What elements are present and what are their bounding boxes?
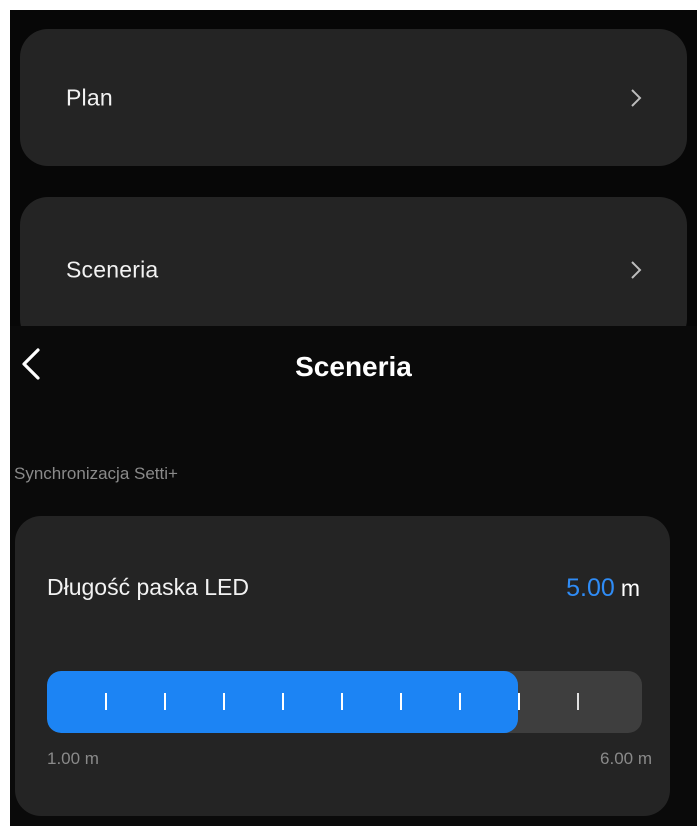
sceneria-screen: Sceneria Synchronizacja Setti+ Długość p…: [10, 326, 697, 826]
led-length-slider[interactable]: [47, 671, 642, 733]
menu-screen: Plan Sceneria: [10, 10, 697, 326]
led-length-card: Długość paska LED 5.00 m 1.00 m 6.00 m: [15, 516, 670, 816]
slider-tick: [577, 693, 579, 710]
slider-tick: [223, 693, 225, 710]
led-length-number: 5.00: [566, 574, 615, 602]
slider-tick: [400, 693, 402, 710]
chevron-right-icon: [631, 88, 642, 107]
slider-tick: [341, 693, 343, 710]
slider-tick: [518, 693, 520, 710]
slider-tick: [105, 693, 107, 710]
menu-item-plan-label: Plan: [66, 84, 113, 110]
menu-item-plan[interactable]: Plan: [20, 29, 687, 166]
page-title: Sceneria: [295, 351, 412, 382]
slider-tick: [282, 693, 284, 710]
menu-item-sceneria-label: Sceneria: [66, 256, 159, 283]
section-label: Synchronizacja Setti+: [14, 464, 178, 483]
slider-tick: [459, 693, 461, 710]
slider-max-label: 6.00 m: [600, 749, 652, 768]
chevron-right-icon: [631, 261, 642, 279]
slider-min-label: 1.00 m: [47, 749, 99, 768]
led-length-title: Długość paska LED: [47, 574, 249, 600]
led-length-value: 5.00 m: [566, 574, 640, 603]
menu-item-sceneria[interactable]: Sceneria: [20, 197, 687, 326]
slider-tick: [164, 693, 166, 710]
led-length-unit: m: [620, 575, 640, 601]
